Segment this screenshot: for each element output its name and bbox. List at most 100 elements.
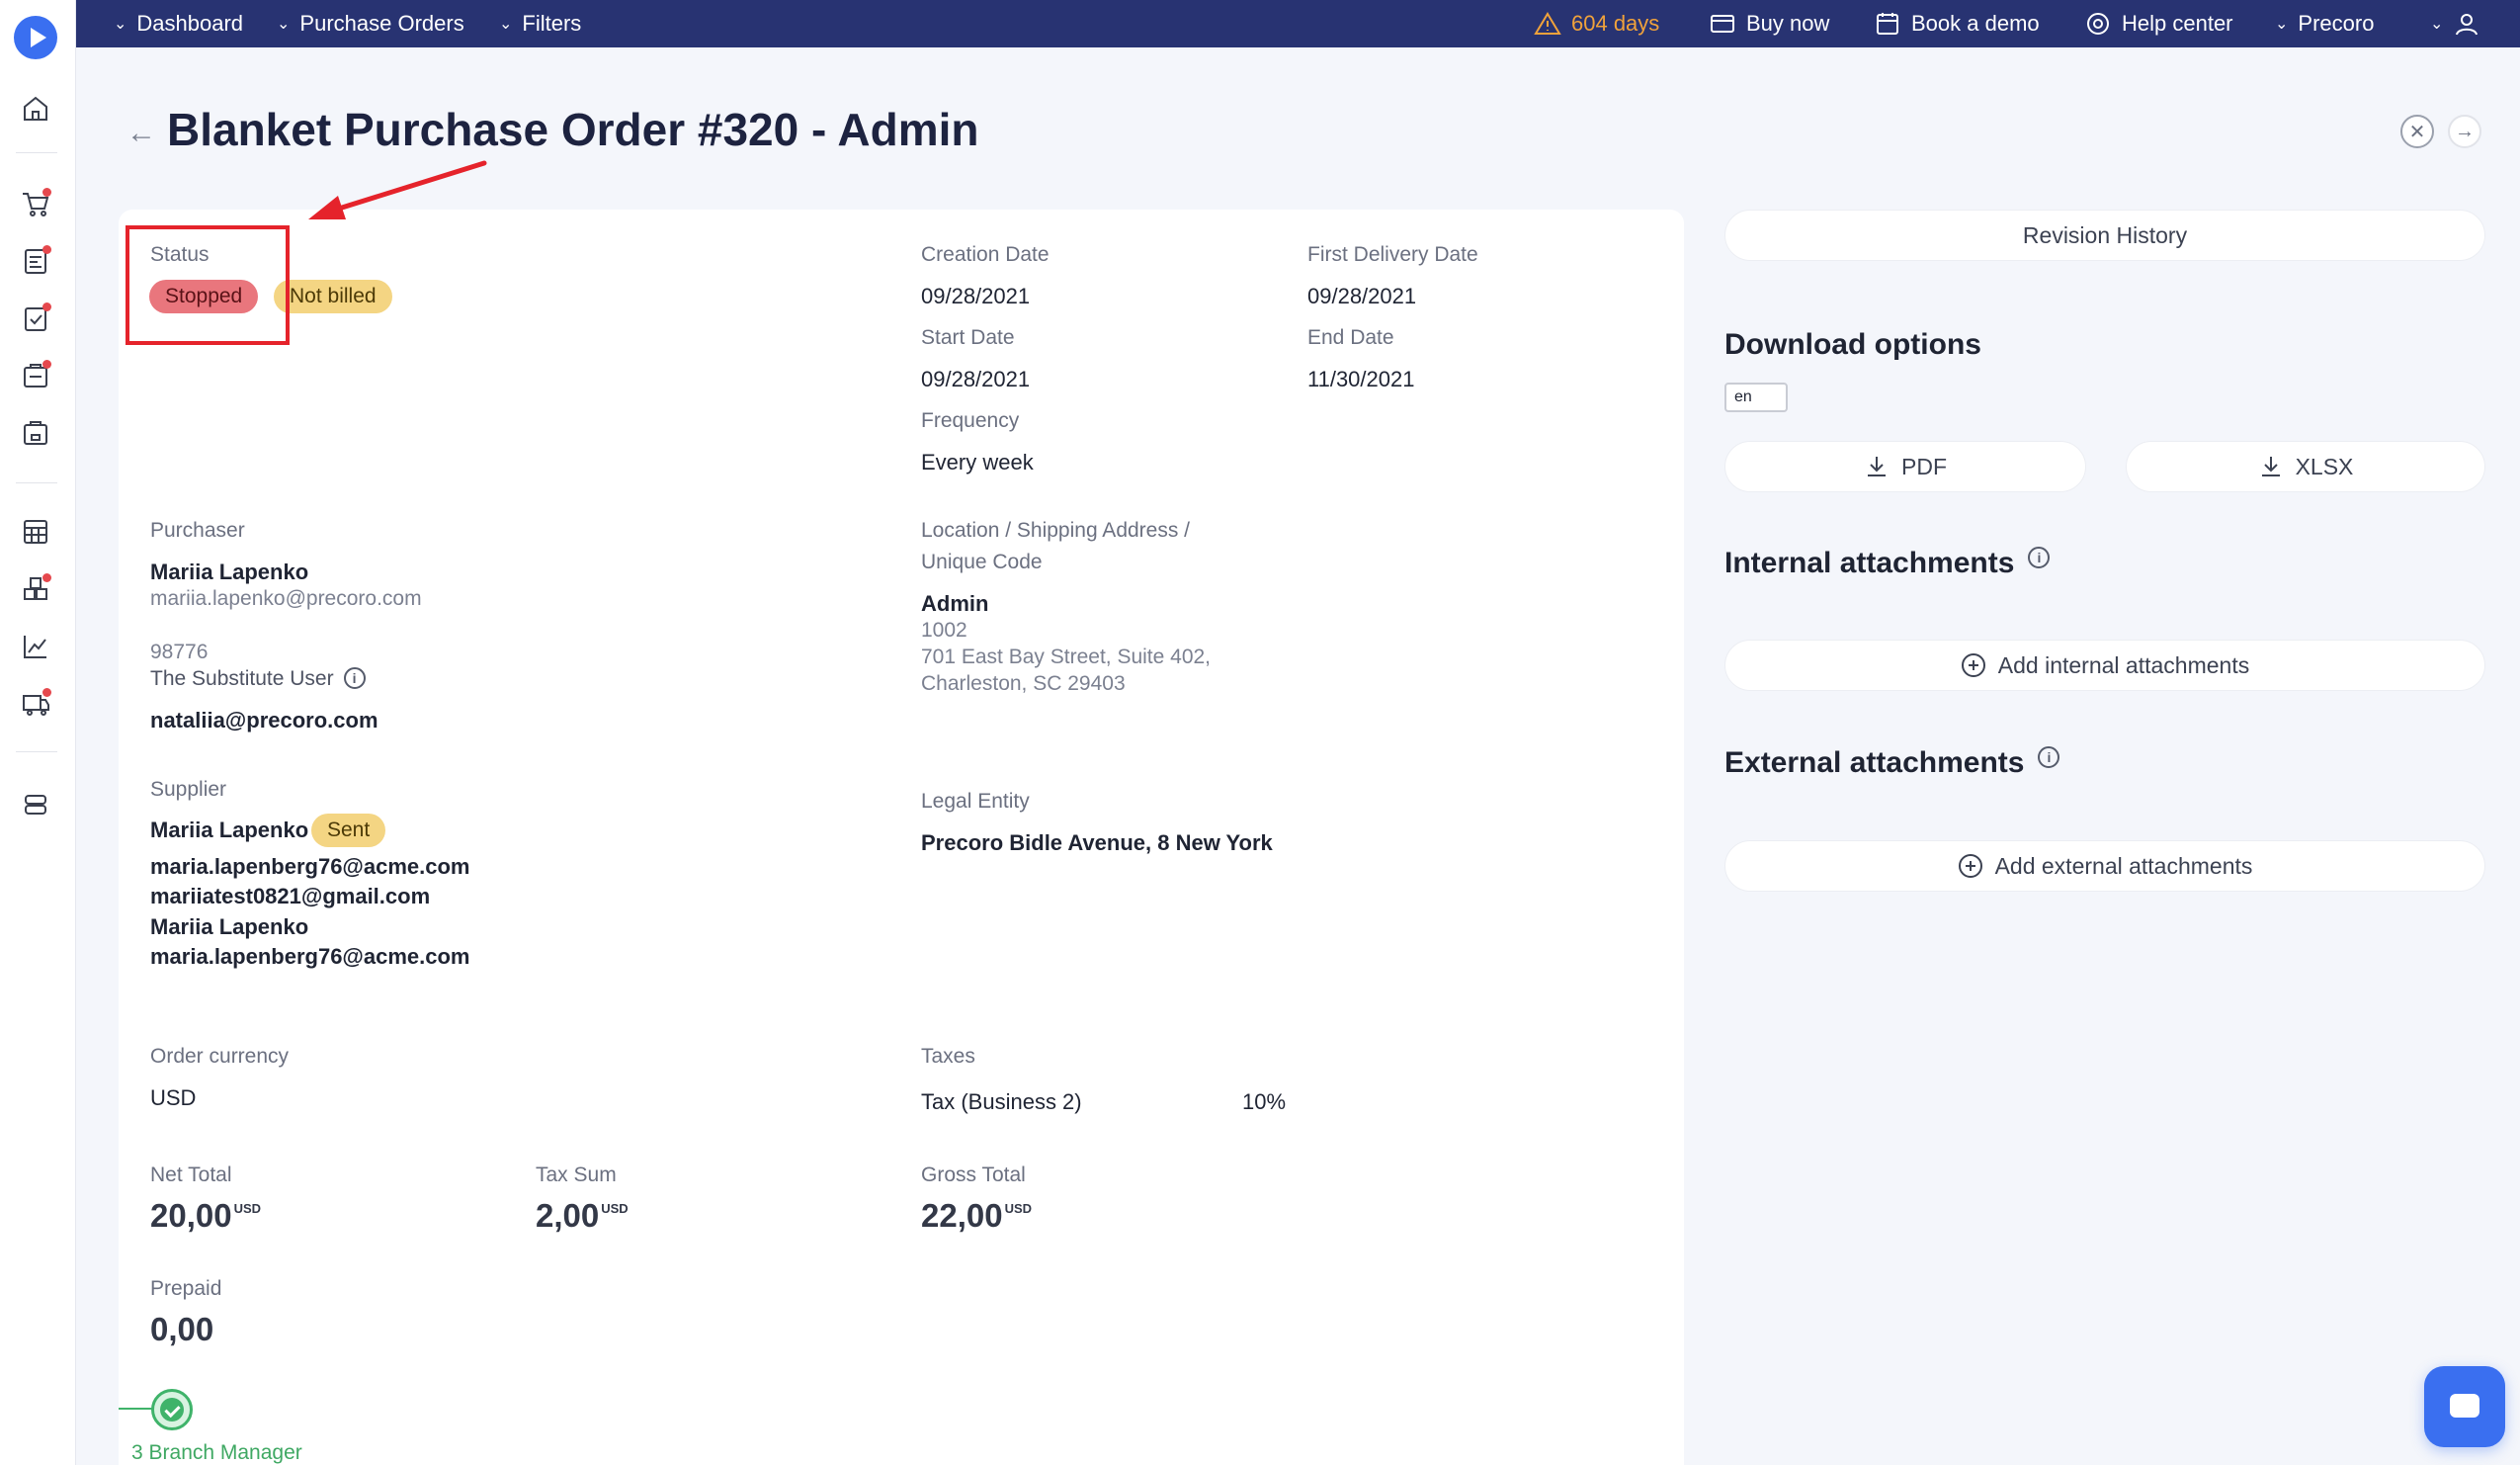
tax-sum-value: 2,00 USD: [536, 1197, 629, 1235]
back-arrow-icon[interactable]: ←: [126, 117, 156, 150]
approval-step-label[interactable]: 3 Branch Manager: [131, 1441, 302, 1465]
company-switcher[interactable]: ⌄ Precoro: [2275, 0, 2374, 47]
lifebuoy-icon: [2087, 13, 2109, 35]
location-address-line2: Charleston, SC 29403: [921, 672, 1126, 695]
supplier-email-secondary: mariiatest0821@gmail.com: [150, 884, 431, 908]
revision-history-button[interactable]: Revision History: [1724, 210, 2485, 261]
currency-unit: USD: [233, 1201, 262, 1216]
plus-circle-icon: [1961, 653, 1985, 677]
nav-label: Purchase Orders: [299, 11, 464, 36]
info-icon[interactable]: i: [2038, 746, 2060, 768]
currency-unit: USD: [601, 1201, 629, 1216]
sidebar-divider: [16, 751, 57, 752]
download-options-title: Download options: [1724, 328, 1981, 361]
notification-dot: [42, 188, 51, 197]
add-internal-attachments-button[interactable]: Add internal attachments: [1724, 640, 2485, 691]
notification-dot: [42, 245, 51, 254]
net-total-value: 20,00 USD: [150, 1197, 261, 1235]
status-highlight-box: [126, 225, 290, 345]
nav-filters[interactable]: ⌄ Filters: [499, 0, 581, 47]
close-icon[interactable]: ✕: [2400, 115, 2434, 148]
start-date-value: 09/28/2021: [921, 367, 1031, 391]
book-demo-button[interactable]: Book a demo: [1874, 0, 2040, 47]
language-select[interactable]: en: [1724, 383, 1788, 412]
start-date-label: Start Date: [921, 326, 1015, 349]
chat-support-icon[interactable]: [2424, 1366, 2505, 1447]
purchaser-email: mariia.lapenko@precoro.com: [150, 587, 422, 610]
location-code: 1002: [921, 619, 967, 642]
buy-now-button[interactable]: Buy now: [1709, 0, 1829, 47]
prepaid-value: 0,00: [150, 1311, 214, 1347]
purchaser-code: 98776: [150, 641, 209, 663]
user-icon: [2456, 14, 2478, 36]
chevron-down-icon: ⌄: [2430, 16, 2444, 33]
tax-name: Tax (Business 2): [921, 1089, 1082, 1114]
approved-check-icon: [151, 1389, 193, 1430]
settings-stack-icon[interactable]: [20, 789, 51, 820]
location-name: Admin: [921, 591, 989, 616]
info-icon[interactable]: i: [343, 667, 366, 689]
next-arrow-icon[interactable]: →: [2448, 115, 2481, 148]
invoice-icon[interactable]: [20, 245, 51, 277]
warning-icon: [1534, 12, 1561, 35]
chevron-down-icon: ⌄: [114, 16, 127, 33]
card-icon: [1711, 15, 1734, 33]
xlsx-label: XLSX: [2295, 453, 2354, 479]
gross-total-amount: 22,00: [921, 1197, 1003, 1234]
tax-sum-label: Tax Sum: [536, 1163, 617, 1186]
notification-dot: [42, 360, 51, 369]
end-date-value: 11/30/2021: [1307, 367, 1415, 391]
precoro-logo-icon[interactable]: [14, 16, 57, 59]
sidebar: [0, 0, 76, 1465]
location-label-line1: Location / Shipping Address /: [921, 519, 1191, 542]
download-icon: [2261, 457, 2280, 476]
add-external-attachments-button[interactable]: Add external attachments: [1724, 840, 2485, 892]
location-address-line1: 701 East Bay Street, Suite 402,: [921, 646, 1212, 668]
order-currency-value: USD: [150, 1085, 197, 1110]
add-internal-label: Add internal attachments: [1997, 651, 2250, 678]
first-delivery-date-value: 09/28/2021: [1307, 284, 1417, 308]
supplier-sent-badge: Sent: [311, 814, 386, 847]
delivery-icon[interactable]: [20, 688, 51, 720]
order-currency-label: Order currency: [150, 1045, 290, 1068]
home-icon[interactable]: [20, 93, 51, 125]
first-delivery-date-label: First Delivery Date: [1307, 243, 1478, 266]
external-attachments-title: External attachments i: [1724, 746, 2060, 780]
external-attachments-text: External attachments: [1724, 746, 2025, 779]
page-title: Blanket Purchase Order #320 - Admin: [167, 104, 979, 155]
warehouse-icon[interactable]: [20, 417, 51, 449]
download-xlsx-button[interactable]: XLSX: [2126, 441, 2485, 492]
approval-icon[interactable]: [20, 302, 51, 334]
gross-total-value: 22,00 USD: [921, 1197, 1032, 1235]
add-external-label: Add external attachments: [1994, 852, 2253, 879]
download-pdf-button[interactable]: PDF: [1724, 441, 2086, 492]
purchaser-label: Purchaser: [150, 519, 245, 542]
legal-entity-label: Legal Entity: [921, 790, 1030, 813]
nav-label: Dashboard: [136, 11, 244, 36]
trial-warning[interactable]: 604 days: [1534, 0, 1659, 47]
frequency-value: Every week: [921, 450, 1034, 474]
prepaid-label: Prepaid: [150, 1277, 222, 1300]
receipt-icon[interactable]: [20, 360, 51, 391]
net-total-label: Net Total: [150, 1163, 232, 1186]
purchaser-name: Mariia Lapenko: [150, 560, 309, 584]
gross-total-label: Gross Total: [921, 1163, 1026, 1186]
nav-dashboard[interactable]: ⌄ Dashboard: [114, 0, 243, 47]
catalog-icon[interactable]: [20, 573, 51, 605]
info-icon[interactable]: i: [2028, 547, 2051, 568]
plus-circle-icon: [1958, 854, 1982, 878]
book-demo-label: Book a demo: [1911, 11, 2040, 36]
purchase-cart-icon[interactable]: [20, 188, 51, 219]
help-center-button[interactable]: Help center: [2084, 0, 2233, 47]
user-menu[interactable]: ⌄: [2430, 0, 2480, 47]
supplier-name: Mariia Lapenko: [150, 818, 309, 842]
analytics-icon[interactable]: [20, 631, 51, 662]
nav-purchase-orders[interactable]: ⌄ Purchase Orders: [277, 0, 464, 47]
budget-icon[interactable]: [20, 516, 51, 548]
company-name: Precoro: [2298, 11, 2375, 36]
creation-date-label: Creation Date: [921, 243, 1050, 266]
calendar-icon: [1877, 13, 1898, 35]
internal-attachments-title: Internal attachments i: [1724, 547, 2051, 580]
annotation-arrow-icon: [308, 160, 487, 219]
nav-label: Filters: [522, 11, 582, 36]
